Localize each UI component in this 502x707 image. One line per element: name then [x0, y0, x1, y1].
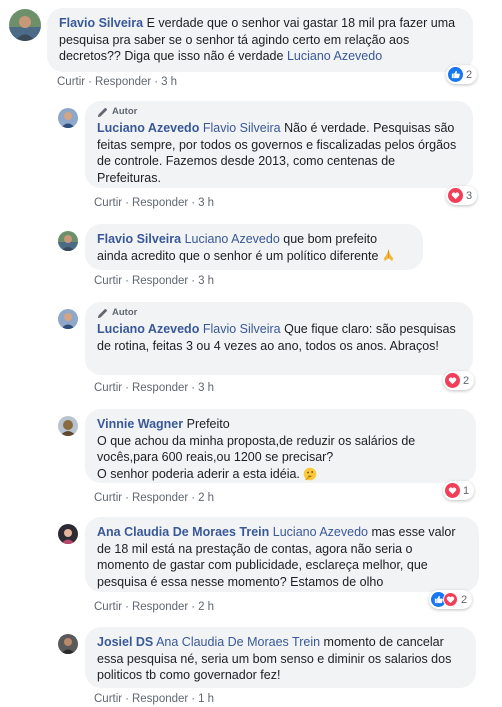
- like-button[interactable]: Curtir: [94, 492, 122, 504]
- reaction-summary[interactable]: 2: [443, 371, 475, 390]
- comment-author[interactable]: Luciano Azevedo: [97, 121, 199, 135]
- reaction-summary[interactable]: 2: [429, 590, 473, 609]
- like-button[interactable]: Curtir: [94, 275, 122, 287]
- comment-text: O que achou da minha proposta,de reduzir…: [97, 433, 416, 465]
- avatar[interactable]: [58, 231, 78, 251]
- author-badge-label: Autor: [112, 106, 138, 117]
- like-button[interactable]: Curtir: [94, 693, 122, 705]
- love-reaction-icon: [445, 373, 460, 388]
- comment-bubble: Josiel DS Ana Claudia De Moraes Trein mo…: [85, 627, 476, 688]
- comment-mention[interactable]: Ana Claudia De Moraes Trein: [156, 635, 320, 649]
- comment-bubble: Flavio Silveira Luciano Azevedo que bom …: [85, 224, 423, 270]
- like-button[interactable]: Curtir: [94, 197, 122, 209]
- avatar[interactable]: [58, 634, 78, 654]
- author-badge: Autor: [97, 106, 461, 118]
- folded-hands-icon: [383, 249, 394, 261]
- comment-time[interactable]: 1 h: [198, 693, 214, 705]
- comment-author[interactable]: Josiel DS: [97, 635, 153, 649]
- comment-mention[interactable]: Luciano Azevedo: [287, 49, 382, 63]
- comment-text-head: Prefeito: [186, 417, 230, 431]
- comment-time[interactable]: 3 h: [161, 76, 177, 88]
- like-button[interactable]: Curtir: [57, 76, 85, 88]
- comment-time[interactable]: 3 h: [198, 382, 214, 394]
- reply-button[interactable]: Responder: [132, 693, 188, 705]
- love-reaction-icon: [448, 188, 463, 203]
- comment-bubble: Vinnie Wagner Prefeito O que achou da mi…: [85, 409, 476, 483]
- comment-bubble: Flavio Silveira E verdade que o senhor v…: [47, 8, 473, 72]
- avatar-icon: [58, 309, 78, 329]
- comment-author[interactable]: Flavio Silveira: [97, 232, 181, 246]
- avatar-icon: [58, 416, 78, 436]
- avatar-icon: [58, 231, 78, 251]
- reply-button[interactable]: Responder: [95, 76, 151, 88]
- reaction-count: 2: [461, 593, 468, 606]
- avatar[interactable]: [9, 9, 41, 41]
- author-badge-label: Autor: [112, 307, 138, 318]
- avatar-icon: [58, 108, 78, 128]
- avatar[interactable]: [58, 524, 78, 544]
- like-reaction-icon: [448, 67, 463, 82]
- reaction-summary[interactable]: 1: [443, 481, 475, 500]
- avatar[interactable]: [58, 108, 78, 128]
- comment-author[interactable]: Luciano Azevedo: [97, 322, 199, 336]
- avatar-icon: [58, 524, 78, 544]
- reply-button[interactable]: Responder: [132, 382, 188, 394]
- comment-mention[interactable]: Flavio Silveira: [203, 322, 281, 336]
- pencil-icon: [97, 107, 107, 117]
- reaction-count: 2: [463, 374, 470, 387]
- comment-actions: Curtir · Responder · 2 h: [94, 492, 215, 504]
- pencil-icon: [97, 308, 107, 318]
- comment-author[interactable]: Ana Claudia De Moraes Trein: [97, 525, 269, 539]
- comment-mention[interactable]: Luciano Azevedo: [185, 232, 280, 246]
- comment-actions: Curtir · Responder · 3 h: [94, 275, 215, 287]
- comment-actions: Curtir · Responder · 2 h: [94, 601, 215, 613]
- reply-button[interactable]: Responder: [132, 275, 188, 287]
- comment-text-line: O senhor poderia aderir a esta idéia.: [97, 466, 300, 481]
- reply-button[interactable]: Responder: [132, 601, 188, 613]
- love-reaction-icon: [445, 483, 460, 498]
- comment-time[interactable]: 2 h: [198, 601, 214, 613]
- comment-bubble: Autor Luciano Azevedo Flavio Silveira Nã…: [85, 101, 473, 188]
- avatar-icon: [9, 9, 41, 41]
- reaction-count: 2: [466, 68, 473, 81]
- reaction-summary[interactable]: 3: [446, 186, 478, 205]
- comment-actions: Curtir · Responder · 3 h: [57, 76, 178, 88]
- reaction-summary[interactable]: 2: [446, 65, 478, 84]
- comment-author[interactable]: Flavio Silveira: [59, 16, 143, 30]
- thinking-face-icon: [304, 467, 317, 480]
- like-button[interactable]: Curtir: [94, 601, 122, 613]
- avatar[interactable]: [58, 309, 78, 329]
- reply-button[interactable]: Responder: [132, 492, 188, 504]
- comment-mention[interactable]: Flavio Silveira: [203, 121, 281, 135]
- reaction-count: 3: [466, 189, 473, 202]
- comment-bubble: Autor Luciano Azevedo Flavio Silveira Qu…: [85, 302, 473, 375]
- comment-time[interactable]: 3 h: [198, 197, 214, 209]
- comment-time[interactable]: 2 h: [198, 492, 214, 504]
- like-button[interactable]: Curtir: [94, 382, 122, 394]
- author-badge: Autor: [97, 307, 461, 319]
- comment-time[interactable]: 3 h: [198, 275, 214, 287]
- avatar-icon: [58, 634, 78, 654]
- comment-actions: Curtir · Responder · 1 h: [94, 693, 215, 705]
- comment-actions: Curtir · Responder · 3 h: [94, 197, 215, 209]
- reaction-count: 1: [463, 484, 470, 497]
- avatar[interactable]: [58, 416, 78, 436]
- comment-mention[interactable]: Luciano Azevedo: [273, 525, 368, 539]
- comment-author[interactable]: Vinnie Wagner: [97, 417, 183, 431]
- love-reaction-icon: [443, 592, 458, 607]
- comment-bubble: Ana Claudia De Moraes Trein Luciano Azev…: [85, 517, 479, 592]
- reply-button[interactable]: Responder: [132, 197, 188, 209]
- comment-actions: Curtir · Responder · 3 h: [94, 382, 215, 394]
